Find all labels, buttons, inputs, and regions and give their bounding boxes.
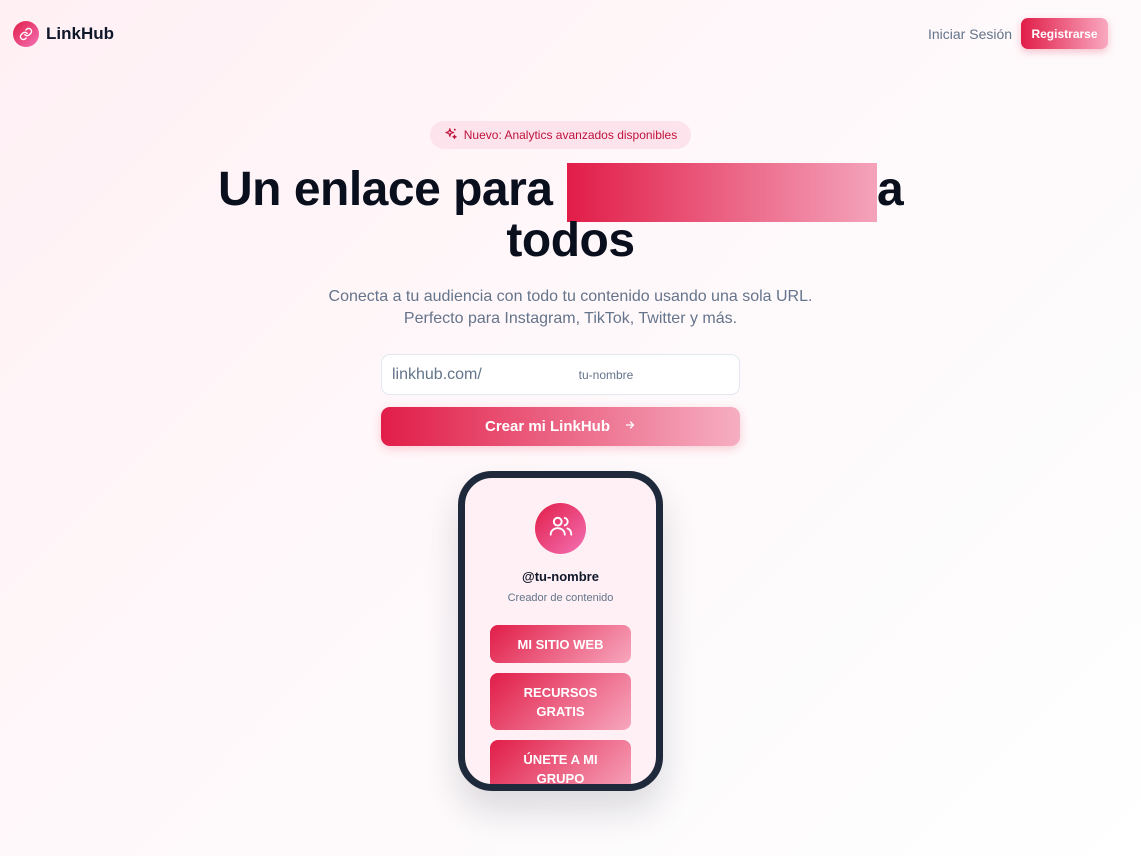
profile-link-resources[interactable]: RECURSOS GRATIS — [490, 673, 631, 730]
profile-handle: @tu-nombre — [522, 569, 599, 584]
headline-line1: Un enlace para — [218, 163, 553, 216]
headline-line2: todos — [506, 214, 635, 267]
headline-suffix: a — [877, 163, 904, 216]
phone-preview: @tu-nombre Creador de contenido MI SITIO… — [458, 471, 663, 791]
site-header: LinkHub Iniciar Sesión Registrarse — [0, 0, 1141, 68]
login-link[interactable]: Iniciar Sesión — [928, 26, 1012, 42]
hero-subtitle: Conecta a tu audiencia con todo tu conte… — [0, 286, 1141, 330]
username-input[interactable] — [486, 361, 726, 389]
username-field: linkhub.com/ — [381, 354, 740, 395]
avatar — [535, 503, 586, 554]
subtitle-line1: Conecta a tu audiencia con todo tu conte… — [328, 288, 813, 305]
announcement-badge: Nuevo: Analytics avanzados disponibles — [430, 121, 691, 149]
url-prefix: linkhub.com/ — [392, 366, 482, 383]
sparkles-icon — [444, 127, 458, 144]
badge-text: Nuevo: Analytics avanzados disponibles — [463, 128, 678, 142]
link-icon — [13, 21, 39, 47]
arrow-right-icon — [624, 418, 636, 435]
subtitle-line2: Perfecto para Instagram, TikTok, Twitter… — [403, 310, 738, 327]
create-linkhub-button[interactable]: Crear mi LinkHub — [381, 407, 740, 446]
users-icon — [548, 513, 574, 544]
register-button[interactable]: Registrarse — [1021, 18, 1108, 49]
profile-link-website[interactable]: MI SITIO WEB — [490, 625, 631, 663]
profile-link-group[interactable]: ÚNETE A MI GRUPO — [490, 740, 631, 784]
cta-label: Crear mi LinkHub — [484, 418, 611, 435]
brand[interactable]: LinkHub — [13, 21, 114, 47]
brand-name: LinkHub — [46, 24, 114, 43]
profile-role: Creador de contenido — [507, 592, 614, 604]
